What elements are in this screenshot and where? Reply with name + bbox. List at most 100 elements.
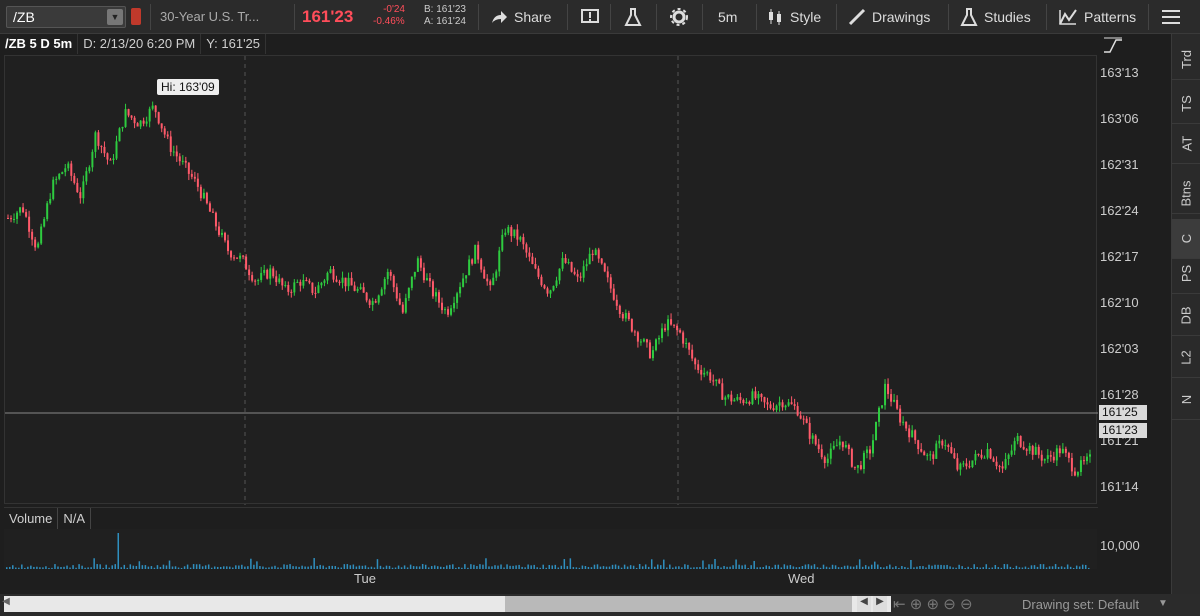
- chart-title: /ZB 5 D 5m: [0, 34, 79, 54]
- alert-button[interactable]: [580, 0, 600, 34]
- candle: [196, 178, 199, 187]
- candle: [1073, 471, 1076, 476]
- sidebar-tab-n[interactable]: N: [1172, 380, 1200, 420]
- candle: [534, 263, 537, 269]
- candle: [416, 258, 419, 272]
- candle: [724, 397, 727, 400]
- candle: [1034, 446, 1037, 455]
- candle: [585, 264, 588, 267]
- candle: [341, 277, 344, 283]
- candle: [1001, 466, 1004, 469]
- candle: [1007, 454, 1010, 459]
- candle: [712, 380, 715, 382]
- scroll-thumb[interactable]: [505, 596, 852, 612]
- candle: [118, 128, 121, 142]
- zoom-icons[interactable]: ⇤ ⊕ ⊕ ⊖ ⊖: [893, 595, 973, 613]
- candle: [691, 349, 694, 359]
- candle: [178, 156, 181, 162]
- candle: [796, 406, 799, 416]
- candle: [673, 324, 676, 326]
- x-tick: Tue: [354, 571, 376, 586]
- candle: [498, 250, 501, 272]
- candle: [1037, 446, 1040, 455]
- candle: [100, 145, 103, 147]
- settings-button[interactable]: [670, 0, 688, 34]
- style-button[interactable]: Style: [766, 0, 821, 34]
- candle: [856, 465, 859, 468]
- candle: [832, 445, 835, 449]
- sidebar-tab-label: AT: [1179, 135, 1194, 152]
- candle: [392, 275, 395, 288]
- candle: [875, 421, 877, 441]
- price-chart[interactable]: [4, 55, 1098, 505]
- sidebar-tab-btns[interactable]: Btns: [1172, 174, 1200, 214]
- candle: [923, 451, 926, 456]
- timeframe-button[interactable]: 5m: [718, 0, 737, 34]
- candle: [350, 277, 353, 286]
- candle: [838, 441, 841, 446]
- volume-bar: [250, 558, 252, 569]
- candle: [109, 159, 112, 161]
- volume-chart[interactable]: [4, 529, 1097, 569]
- divider: [656, 4, 657, 30]
- candle: [371, 301, 374, 305]
- candle: [745, 401, 748, 404]
- scroll-left-icon[interactable]: ◀: [0, 596, 12, 612]
- menu-button[interactable]: [1162, 0, 1180, 34]
- candle: [853, 466, 856, 468]
- candle: [181, 160, 184, 162]
- candle: [865, 449, 868, 453]
- candle: [266, 269, 269, 279]
- candle: [46, 203, 49, 220]
- candle: [1004, 458, 1007, 469]
- flask-button[interactable]: [624, 0, 642, 34]
- sidebar-tab-trd[interactable]: Trd: [1172, 40, 1200, 80]
- candle: [428, 278, 431, 282]
- crosshair-price-tag: 161'25: [1099, 405, 1147, 420]
- candle: [49, 198, 52, 204]
- time-axis[interactable]: Tue Wed: [4, 569, 1097, 589]
- candle: [254, 280, 257, 282]
- sidebar-tab-c[interactable]: C: [1172, 219, 1200, 259]
- candle: [558, 268, 561, 281]
- candle: [935, 443, 938, 459]
- sidebar-tab-l2[interactable]: L2: [1172, 338, 1200, 378]
- candle: [962, 463, 965, 465]
- volume-bar: [168, 560, 171, 569]
- candle: [380, 289, 383, 296]
- candle: [245, 256, 248, 270]
- candle: [166, 134, 169, 137]
- net-change: -0'24: [383, 4, 405, 15]
- sidebar-tab-ts[interactable]: TS: [1172, 84, 1200, 124]
- candle: [540, 276, 543, 286]
- scroll-left-icon[interactable]: ◀: [857, 596, 871, 612]
- candle: [474, 244, 477, 264]
- candle: [67, 163, 70, 169]
- candle: [546, 288, 549, 294]
- link-icon[interactable]: [131, 8, 141, 25]
- sidebar-tab-db[interactable]: DB: [1172, 296, 1200, 336]
- drawings-button[interactable]: Drawings: [848, 0, 930, 34]
- chevron-down-icon[interactable]: ▼: [1158, 598, 1168, 609]
- volume-axis-tick: 10,000: [1100, 538, 1140, 553]
- candle: [823, 457, 826, 463]
- chart-type-icon[interactable]: [1102, 36, 1124, 54]
- studies-button[interactable]: Studies: [960, 0, 1031, 34]
- sidebar-tab-ps[interactable]: PS: [1172, 254, 1200, 294]
- scroll-right-icon[interactable]: ▶: [873, 596, 887, 612]
- candle: [986, 449, 989, 458]
- share-button[interactable]: Share: [490, 0, 551, 34]
- drawing-set-label[interactable]: Drawing set: Default: [1022, 597, 1139, 612]
- chevron-down-icon[interactable]: ▼: [107, 9, 123, 25]
- candle: [850, 449, 853, 467]
- candle: [299, 281, 302, 286]
- candle: [591, 253, 594, 255]
- sidebar-tab-at[interactable]: AT: [1172, 124, 1200, 164]
- patterns-button[interactable]: Patterns: [1058, 0, 1136, 34]
- candle: [932, 454, 935, 459]
- candle: [543, 285, 546, 289]
- candle: [344, 277, 347, 287]
- price-chart-svg[interactable]: [5, 56, 1098, 505]
- symbol-selector[interactable]: /ZB ▼: [6, 6, 126, 28]
- candle: [1055, 448, 1058, 461]
